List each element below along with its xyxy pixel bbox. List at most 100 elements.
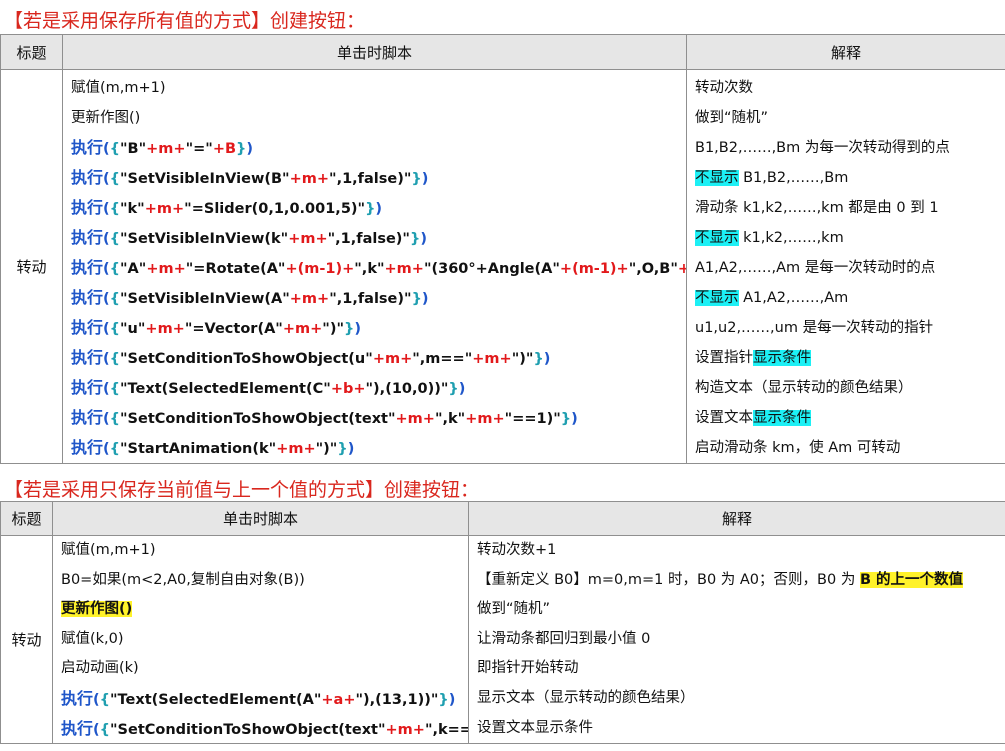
text-segment: +m+ (144, 201, 185, 217)
text-segment: ( (103, 201, 110, 217)
text-segment: { (109, 351, 120, 367)
text-segment: "=Rotate(A" (185, 261, 286, 277)
text-segment: { (109, 141, 120, 157)
text-segment: "),(10,0))" (365, 381, 449, 397)
highlighted-text: 显示条件 (753, 350, 811, 366)
text-segment: 设置指针 (695, 350, 753, 366)
text-segment: +m+ (677, 261, 686, 277)
text-segment: ( (103, 231, 110, 247)
text-segment: +B (212, 141, 237, 157)
text-segment: "B" (119, 141, 147, 157)
explain-line: 构造文本（显示转动的颜色结果） (695, 373, 1005, 403)
script-line: 执行({"SetConditionToShowObject(text"+m+",… (61, 714, 468, 744)
text-segment: { (109, 321, 120, 337)
text-segment: "u" (119, 321, 146, 337)
explain-line: 即指针开始转动 (477, 654, 1005, 684)
text-segment: "SetConditionToShowObject(text" (119, 411, 396, 427)
column-header-script: 单击时脚本 (52, 501, 469, 536)
explain-line: 设置文本显示条件 (695, 403, 1005, 433)
text-segment: +m+ (395, 411, 435, 427)
text-segment: { (99, 691, 110, 708)
execute-keyword: 执行 (71, 408, 104, 427)
text-segment: { (109, 291, 120, 307)
text-segment: +m+ (372, 351, 413, 367)
execute-keyword: 执行 (71, 438, 104, 457)
explain-line: 转动次数 (695, 73, 1005, 103)
text-segment: ",1,false)" (327, 231, 410, 247)
text-segment: +(m-1)+ (285, 261, 355, 277)
explain-lines: 转动次数+1 【重新定义 B0】m=0,m=1 时，B0 为 A0；否则，B0 为… (469, 536, 1005, 743)
script-line: 执行({"SetConditionToShowObject(u"+m+",m==… (71, 343, 686, 373)
text-segment: ( (103, 321, 110, 337)
text-segment: 构造文本（显示转动的颜色结果） (695, 380, 913, 396)
text-segment: +m+ (385, 721, 425, 738)
text-segment: { (109, 381, 120, 397)
text-segment: 转动次数+1 (477, 542, 557, 558)
text-segment: } (560, 411, 572, 427)
text-segment: ",k" (434, 411, 466, 427)
script-line: 执行({"SetVisibleInView(A"+m+",1,false)"}) (71, 283, 686, 313)
text-segment: ( (103, 351, 110, 367)
text-segment: } (411, 291, 422, 307)
script-line: 更新作图() (71, 103, 686, 133)
text-segment: } (409, 231, 421, 247)
text-segment: { (109, 231, 120, 247)
highlighted-text: 显示条件 (753, 410, 811, 426)
text-segment: ")" (322, 321, 345, 337)
text-segment: "Text(SelectedElement(C" (119, 381, 331, 397)
script-lines: 赋值(m,m+1) 更新作图() 执行({"B"+m+"="+B}) 执行({"Set… (63, 73, 686, 463)
explain-line: 做到“随机” (695, 103, 1005, 133)
text-segment: A1,A2,……,Am (738, 290, 849, 306)
text-segment: "SetConditionToShowObject(text" (109, 721, 386, 738)
script-line: 执行({"SetVisibleInView(B"+m+",1,false)"}) (71, 163, 686, 193)
text-segment: 启动滑动条 km，使 Am 可转动 (695, 440, 901, 456)
script-line: 执行({"A"+m+"=Rotate(A"+(m-1)+",k"+m+"(360… (71, 253, 686, 283)
text-segment: B0=如果(m<2,A0,复制自由对象(B)) (61, 571, 305, 588)
execute-keyword: 执行 (71, 198, 104, 217)
highlighted-text: 不显示 (695, 170, 739, 186)
explain-line: 显示文本（显示转动的颜色结果） (477, 684, 1005, 714)
script-line: 启动动画(k) (61, 654, 468, 684)
highlighted-text: 不显示 (695, 290, 739, 306)
column-header-title: 标题 (0, 34, 63, 70)
text-segment: "SetVisibleInView(B" (119, 171, 290, 187)
script-line: 更新作图() (61, 595, 468, 625)
text-segment: +b+ (330, 381, 366, 397)
text-segment: ")" (511, 351, 534, 367)
text-segment: } (344, 321, 355, 337)
explain-line: 不显示 B1,B2,……,Bm (695, 163, 1005, 193)
execute-keyword: 执行 (71, 138, 104, 157)
text-segment: ) (421, 171, 429, 187)
explain-line: 做到“随机” (477, 595, 1005, 625)
text-segment: "=" (185, 141, 213, 157)
text-segment: ) (458, 381, 466, 397)
text-segment: 【重新定义 B0】m=0,m=1 时，B0 为 A0；否则，B0 为 (477, 571, 860, 588)
text-segment: k1,k2,……,km (738, 230, 844, 246)
text-segment: +(m-1)+ (559, 261, 629, 277)
execute-keyword: 执行 (71, 228, 104, 247)
highlighted-text: B 的上一个数值 (859, 571, 964, 588)
text-segment: ( (103, 141, 110, 157)
text-segment: ) (347, 441, 355, 457)
script-line: 执行({"Text(SelectedElement(A"+a+"),(13,1)… (61, 684, 468, 714)
text-segment: ( (93, 721, 100, 738)
text-segment: ) (421, 291, 429, 307)
script-line: 赋值(m,m+1) (61, 536, 468, 566)
text-segment: } (365, 201, 376, 217)
text-segment: ( (103, 441, 110, 457)
text-segment: +m+ (276, 441, 316, 457)
explain-line: 转动次数+1 (477, 536, 1005, 566)
text-segment: ) (246, 141, 254, 157)
explain-line: 滑动条 k1,k2,……,km 都是由 0 到 1 (695, 193, 1005, 223)
explain-cell: 转动次数+1 【重新定义 B0】m=0,m=1 时，B0 为 A0；否则，B0 为… (468, 534, 1005, 745)
explain-line: A1,A2,……,Am 是每一次转动时的点 (695, 253, 1005, 283)
script-table-last-values: 标题 单击时脚本 解释 转动 赋值(m,m+1) B0=如果(m<2,A0,复制自… (0, 501, 1005, 745)
script-line: 赋值(m,m+1) (71, 73, 686, 103)
text-segment: 做到“随机” (477, 601, 551, 618)
explain-line: 不显示 k1,k2,……,km (695, 223, 1005, 253)
text-segment: ( (103, 291, 110, 307)
column-header-explain: 解释 (686, 34, 1005, 70)
text-segment: ",1,false)" (329, 171, 412, 187)
script-cell: 赋值(m,m+1) 更新作图() 执行({"B"+m+"="+B}) 执行({"Set… (62, 69, 687, 464)
text-segment: "SetVisibleInView(A" (119, 291, 290, 307)
